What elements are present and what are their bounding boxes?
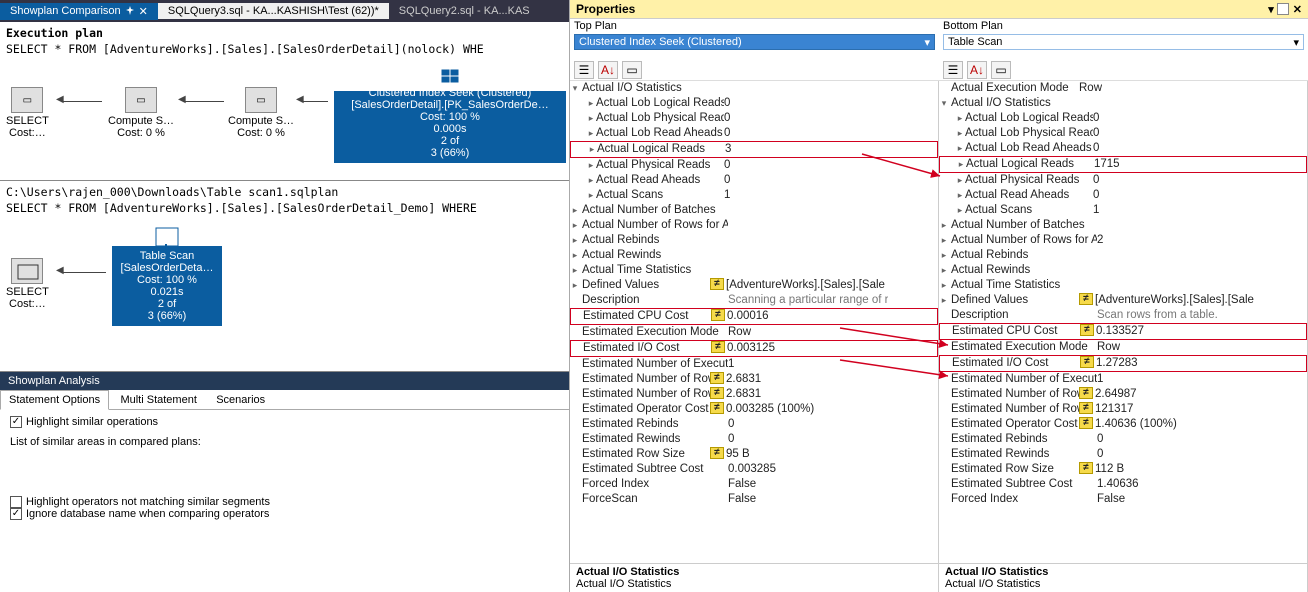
clustered-index-seek-node[interactable]: Clustered Index Seek (Clustered) [SalesO… [334, 91, 566, 163]
not-equal-icon: ≠ [710, 372, 724, 384]
tab-query2[interactable]: SQLQuery2.sql - KA...KAS [389, 3, 540, 19]
row-estimated-io-cost[interactable]: Estimated I/O Cost≠0.003125 [570, 340, 938, 357]
top-plan-label: Top Plan [570, 19, 939, 32]
tab-statement-options[interactable]: Statement Options [0, 390, 109, 410]
tab-query3[interactable]: SQLQuery3.sql - KA...KASHISH\Test (62))* [158, 3, 389, 19]
categorized-button[interactable]: ☰ [574, 61, 594, 79]
categorized-button[interactable]: ☰ [943, 61, 963, 79]
properties-title: Properties ▾ ✕ [570, 0, 1308, 19]
row-actual-logical-reads[interactable]: ▸Actual Logical Reads3 [570, 141, 938, 158]
checkbox-ignore-dbname[interactable]: ✓ [10, 508, 22, 520]
tab-scenarios[interactable]: Scenarios [208, 391, 273, 409]
pin-icon [125, 6, 135, 16]
not-equal-icon: ≠ [710, 402, 724, 414]
status-actual-io: Actual I/O StatisticsActual I/O Statisti… [939, 563, 1307, 592]
bottom-plan-label: Bottom Plan [939, 19, 1308, 32]
status-actual-io: Actual I/O StatisticsActual I/O Statisti… [570, 563, 938, 592]
row-estimated-io-cost[interactable]: Estimated I/O Cost≠1.27283 [939, 355, 1307, 372]
compute-scalar-icon: ▭ [245, 87, 277, 113]
arrow-icon [62, 272, 106, 273]
not-equal-icon: ≠ [1080, 324, 1094, 336]
not-equal-icon: ≠ [1080, 356, 1094, 368]
compute-scalar-label[interactable]: Compute S… [228, 115, 294, 127]
top-plan-properties-tree[interactable]: ▾Actual I/O Statistics ▸Actual Lob Logic… [570, 81, 938, 563]
select-node-label: SELECT [6, 115, 49, 127]
checkbox-highlight-similar[interactable]: ✓ [10, 416, 22, 428]
not-equal-icon: ≠ [1079, 293, 1093, 305]
maximize-icon[interactable] [1277, 3, 1289, 15]
table-scan-icon [152, 226, 182, 250]
close-icon[interactable]: ✕ [1293, 3, 1302, 16]
chevron-down-icon: ▾ [1293, 36, 1299, 49]
analysis-tabs: Statement Options Multi Statement Scenar… [0, 390, 569, 410]
checkbox-highlight-nonmatching[interactable] [10, 496, 22, 508]
not-equal-icon: ≠ [1079, 387, 1093, 399]
not-equal-icon: ≠ [711, 341, 725, 353]
properties-pages-button[interactable]: ▭ [991, 61, 1011, 79]
chevron-down-icon: ▾ [924, 36, 930, 49]
not-equal-icon: ≠ [710, 387, 724, 399]
compute-scalar-label[interactable]: Compute S… [108, 115, 174, 127]
query-text-1: SELECT * FROM [AdventureWorks].[Sales].[… [6, 42, 563, 58]
tab-multi-statement[interactable]: Multi Statement [112, 391, 204, 409]
execution-plan-title: Execution plan [6, 26, 563, 42]
select-node-label: SELECT [6, 286, 49, 298]
bottom-plan-properties-tree[interactable]: Actual Execution ModeRow ▾Actual I/O Sta… [939, 81, 1307, 563]
query-text-2: SELECT * FROM [AdventureWorks].[Sales].[… [6, 201, 563, 217]
top-plan-select[interactable]: Clustered Index Seek (Clustered)▾ [574, 34, 935, 50]
properties-pages-button[interactable]: ▭ [622, 61, 642, 79]
not-equal-icon: ≠ [1079, 402, 1093, 414]
select-node-icon: ▭ [11, 87, 43, 113]
sort-az-button[interactable]: A↓ [598, 61, 618, 79]
plan-canvas-bottom[interactable]: SELECT Cost:… Table Scan [SalesOrderDeta… [0, 220, 569, 372]
plan-file-path: C:\Users\rajen_000\Downloads\Table scan1… [6, 185, 563, 201]
not-equal-icon: ≠ [710, 447, 724, 459]
arrow-icon [184, 101, 224, 102]
table-scan-node[interactable]: Table Scan [SalesOrderDeta… Cost: 100 % … [112, 246, 222, 326]
tab-showplan[interactable]: Showplan Comparison ✕ [0, 3, 158, 20]
not-equal-icon: ≠ [711, 309, 725, 321]
minimize-icon[interactable]: ▾ [1268, 3, 1273, 16]
not-equal-icon: ≠ [710, 278, 724, 290]
row-estimated-cpu-cost[interactable]: Estimated CPU Cost≠0.133527 [939, 323, 1307, 340]
not-equal-icon: ≠ [1079, 462, 1093, 474]
arrow-icon [302, 101, 328, 102]
index-seek-icon [439, 67, 461, 85]
sort-az-button[interactable]: A↓ [967, 61, 987, 79]
editor-tabbar: Showplan Comparison ✕ SQLQuery3.sql - KA… [0, 0, 569, 22]
bottom-plan-select[interactable]: Table Scan▾ [943, 34, 1304, 50]
showplan-analysis-title: Showplan Analysis [0, 372, 569, 390]
group-actual-io[interactable]: Actual I/O Statistics [580, 81, 728, 96]
select-node-cost: Cost:… [6, 127, 49, 139]
not-equal-icon: ≠ [1079, 417, 1093, 429]
row-estimated-cpu-cost[interactable]: Estimated CPU Cost≠0.00016 [570, 308, 938, 325]
row-actual-logical-reads[interactable]: ▸Actual Logical Reads1715 [939, 156, 1307, 173]
similar-areas-label: List of similar areas in compared plans: [10, 436, 559, 448]
arrow-icon [62, 101, 102, 102]
close-icon[interactable]: ✕ [139, 5, 148, 18]
plan-canvas-top[interactable]: ▭ SELECT Cost:… ▭ Compute S… Cost: 0 % ▭… [0, 61, 569, 181]
select-node-icon [11, 258, 43, 284]
compute-scalar-icon: ▭ [125, 87, 157, 113]
